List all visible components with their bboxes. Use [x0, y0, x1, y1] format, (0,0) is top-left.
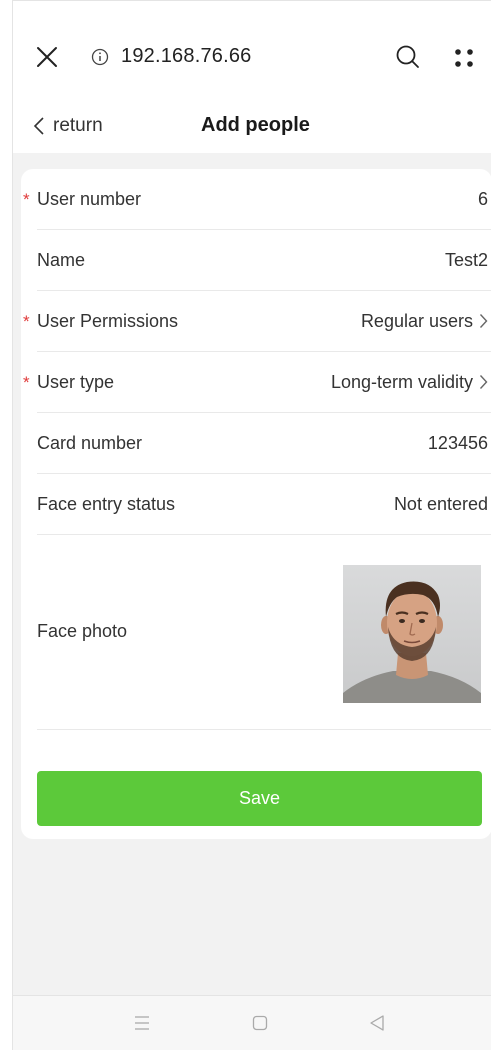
face-photo[interactable]	[343, 565, 481, 703]
card-number-value[interactable]: 123456	[428, 433, 491, 454]
back-triangle-icon	[370, 1015, 384, 1031]
user-permissions-label-text: User Permissions	[37, 310, 179, 331]
chevron-right-icon	[479, 314, 488, 328]
face-entry-status-row: Face entry status Not entered	[37, 474, 491, 535]
name-value[interactable]: Test2	[445, 250, 491, 271]
user-number-row[interactable]: * User number 6	[23, 169, 491, 230]
chevron-left-icon	[33, 117, 44, 135]
page-header: return Add people	[13, 101, 491, 153]
home-icon	[252, 1015, 268, 1031]
required-mark: *	[23, 311, 30, 331]
name-row[interactable]: Name Test2	[37, 230, 491, 291]
save-button[interactable]: Save	[37, 771, 482, 826]
user-permissions-row[interactable]: * User Permissions Regular users	[23, 291, 491, 352]
address-bar-url[interactable]: 192.168.76.66	[121, 45, 252, 68]
face-photo-row: Face photo	[37, 536, 491, 730]
page-title: Add people	[201, 114, 310, 136]
phone-screen: 192.168.76.66 return Add people * User n…	[12, 0, 491, 1050]
user-permissions-label: * User Permissions	[23, 310, 179, 332]
system-navigation-bar	[13, 995, 491, 1050]
menu-icon	[135, 1016, 149, 1030]
info-icon[interactable]	[91, 48, 109, 66]
user-type-label: * User type	[23, 371, 115, 393]
face-entry-status-value: Not entered	[393, 493, 488, 514]
search-icon	[396, 45, 419, 68]
user-type-value[interactable]: Long-term validity	[331, 372, 491, 393]
system-back-button[interactable]	[368, 1013, 386, 1038]
name-label: Name	[37, 249, 86, 270]
return-button[interactable]: return	[33, 111, 103, 141]
close-icon	[37, 47, 57, 67]
more-menu-button[interactable]	[451, 45, 477, 71]
more-icon	[455, 49, 473, 67]
return-label: return	[53, 115, 103, 136]
search-button[interactable]	[395, 44, 421, 70]
user-permissions-value[interactable]: Regular users	[361, 311, 491, 332]
user-permissions-value-text: Regular users	[360, 310, 473, 331]
close-button[interactable]	[35, 45, 59, 69]
form-card: * User number 6 Name Test2 * User Permis…	[21, 169, 491, 839]
user-number-label: * User number	[23, 188, 142, 210]
browser-bar: 192.168.76.66	[13, 1, 491, 101]
card-number-row[interactable]: Card number 123456	[37, 413, 491, 474]
home-button[interactable]	[251, 1014, 269, 1037]
user-type-label-text: User type	[37, 371, 115, 392]
face-entry-status-label: Face entry status	[37, 493, 176, 514]
recent-apps-button[interactable]	[133, 1014, 151, 1037]
user-number-value[interactable]: 6	[478, 189, 491, 210]
card-number-label: Card number	[37, 432, 143, 453]
face-photo-label: Face photo	[37, 621, 128, 641]
required-mark: *	[23, 372, 30, 392]
chevron-right-icon	[479, 375, 488, 389]
user-number-label-text: User number	[37, 188, 142, 209]
user-type-row[interactable]: * User type Long-term validity	[23, 352, 491, 413]
user-type-value-text: Long-term validity	[330, 371, 473, 392]
required-mark: *	[23, 189, 30, 209]
